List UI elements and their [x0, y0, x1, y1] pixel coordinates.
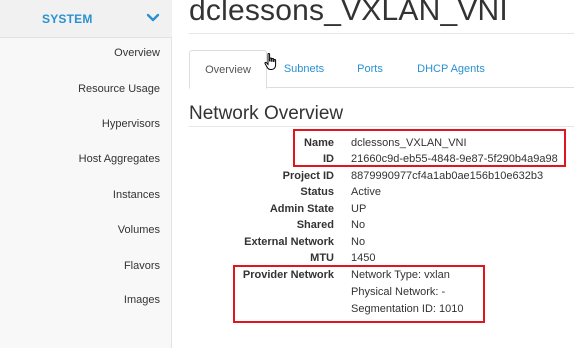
detail-label-external-network: External Network	[244, 236, 334, 248]
highlight-box-provider-network	[233, 265, 485, 323]
sidebar-item-overview[interactable]: Overview	[114, 47, 160, 59]
chevron-down-icon	[146, 13, 160, 22]
sidebar-section-system[interactable]: SYSTEM	[0, 0, 172, 38]
page-title: dclessons_VXLAN_VNI	[189, 0, 508, 27]
detail-value-external-network: No	[351, 236, 366, 248]
sidebar-section-label: SYSTEM	[42, 12, 93, 26]
highlight-box-name-id	[293, 129, 566, 167]
sidebar-item-images[interactable]: Images	[124, 294, 160, 306]
section-title: Network Overview	[189, 103, 344, 124]
tab-ports[interactable]: Ports	[344, 50, 396, 88]
title-divider	[189, 33, 574, 34]
detail-value-shared: No	[351, 219, 366, 231]
detail-label-shared: Shared	[296, 219, 334, 231]
detail-value-status: Active	[351, 186, 381, 198]
sidebar-item-hypervisors[interactable]: Hypervisors	[102, 118, 160, 130]
sidebar-item-flavors[interactable]: Flavors	[124, 260, 160, 272]
tab-dhcp-agents[interactable]: DHCP Agents	[401, 50, 501, 88]
sidebar-item-resource-usage[interactable]: Resource Usage	[78, 83, 160, 95]
sidebar-item-host-aggregates[interactable]: Host Aggregates	[79, 153, 160, 165]
detail-value-project-id: 8879990977cf4a1ab0ae156b10e632b3	[351, 170, 544, 182]
sidebar-nav: SYSTEM Overview Resource Usage Hyperviso…	[0, 0, 172, 348]
sidebar-item-instances[interactable]: Instances	[113, 189, 160, 201]
detail-label-mtu: MTU	[310, 252, 334, 264]
detail-value-admin-state: UP	[351, 203, 367, 215]
hand-cursor-icon	[264, 53, 277, 70]
detail-label-project-id: Project ID	[282, 170, 334, 182]
detail-label-status: Status	[300, 186, 334, 198]
sidebar-item-volumes[interactable]: Volumes	[118, 224, 160, 236]
tab-overview[interactable]: Overview	[189, 50, 267, 89]
section-divider	[189, 126, 574, 127]
tab-bar: Overview Subnets Ports DHCP Agents	[189, 50, 574, 89]
detail-value-mtu: 1450	[351, 252, 376, 264]
detail-label-admin-state: Admin State	[269, 203, 334, 215]
